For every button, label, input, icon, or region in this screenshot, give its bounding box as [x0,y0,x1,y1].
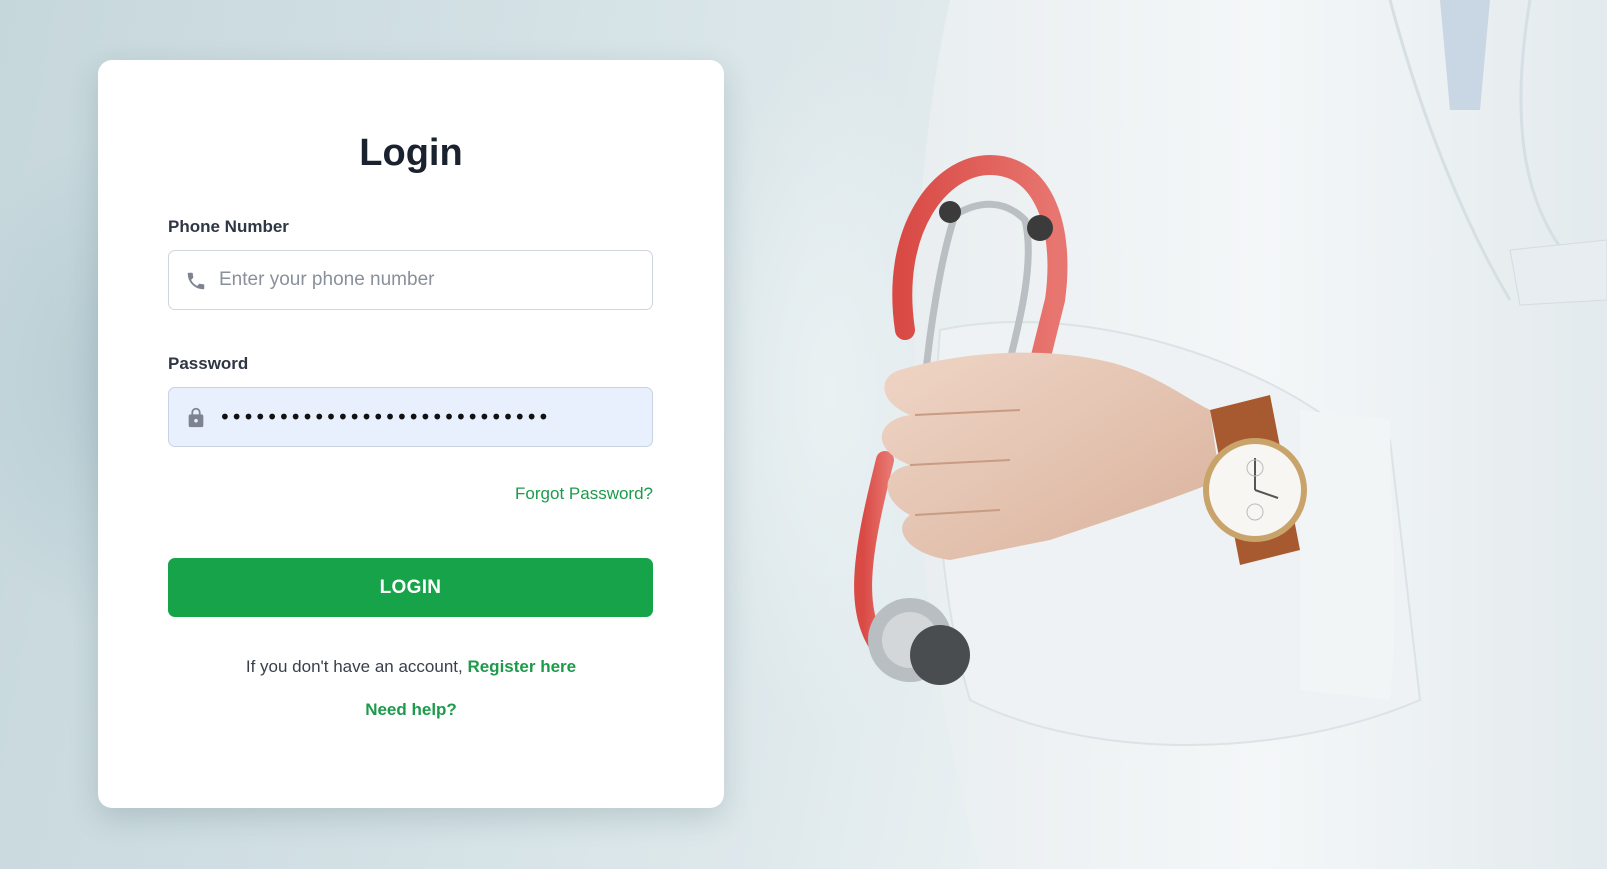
phone-icon [185,270,207,292]
doctor-hero-image [830,0,1607,869]
password-input[interactable]: •••••••••••••••••••••••••••• [219,405,549,429]
login-button[interactable]: LOGIN [168,558,653,617]
need-help-link[interactable]: Need help? [98,700,724,720]
register-prompt: If you don't have an account, Register h… [98,657,724,677]
login-card: Login Phone Number Password ••••••••••••… [98,60,724,808]
password-field[interactable]: •••••••••••••••••••••••••••• [168,387,653,447]
page-title: Login [359,132,463,174]
lock-icon [185,407,207,429]
phone-input[interactable] [219,251,639,309]
password-label: Password [168,354,249,373]
register-link[interactable]: Register here [467,657,576,676]
phone-field[interactable] [168,250,653,310]
phone-label: Phone Number [168,217,289,236]
forgot-password-link[interactable]: Forgot Password? [515,484,653,504]
register-prompt-text: If you don't have an account, [245,657,463,676]
